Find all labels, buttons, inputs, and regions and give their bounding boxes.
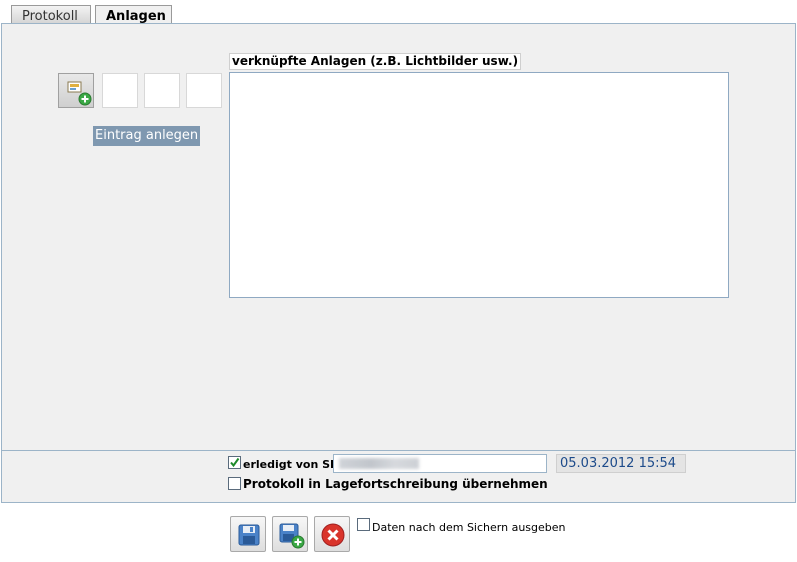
save-and-new-icon: [279, 523, 305, 549]
checkmark-icon: [230, 457, 240, 468]
toolbar-slot-2[interactable]: [102, 73, 138, 108]
save-icon: [238, 524, 260, 546]
attachments-list[interactable]: [229, 72, 729, 298]
add-attachment-icon: [67, 81, 92, 106]
add-attachment-button[interactable]: [58, 73, 94, 108]
save-button[interactable]: [230, 516, 266, 552]
tab-anlagen[interactable]: Anlagen: [95, 5, 172, 25]
transfer-checkbox[interactable]: [228, 477, 241, 490]
print-after-save-checkbox[interactable]: [357, 518, 370, 531]
redacted-name: [339, 458, 419, 469]
attachments-title: verknüpfte Anlagen (z.B. Lichtbilder usw…: [229, 53, 522, 70]
print-after-save-label: Daten nach dem Sichern ausgeben: [372, 521, 566, 534]
done-by-label: erledigt von SB: [243, 458, 339, 471]
transfer-label: Protokoll in Lagefortschreibung übernehm…: [243, 477, 548, 491]
toolbar-slot-4[interactable]: [186, 73, 222, 108]
save-and-new-button[interactable]: [272, 516, 308, 552]
done-by-checkbox[interactable]: [228, 456, 241, 469]
toolbar-slot-3[interactable]: [144, 73, 180, 108]
done-timestamp: 05.03.2012 15:54: [556, 454, 686, 473]
create-entry-button[interactable]: Eintrag anlegen: [93, 126, 201, 146]
done-by-name-field[interactable]: [333, 454, 547, 473]
cancel-icon: [321, 523, 345, 547]
cancel-button[interactable]: [314, 516, 350, 552]
tab-protokoll[interactable]: Protokoll: [11, 5, 91, 24]
